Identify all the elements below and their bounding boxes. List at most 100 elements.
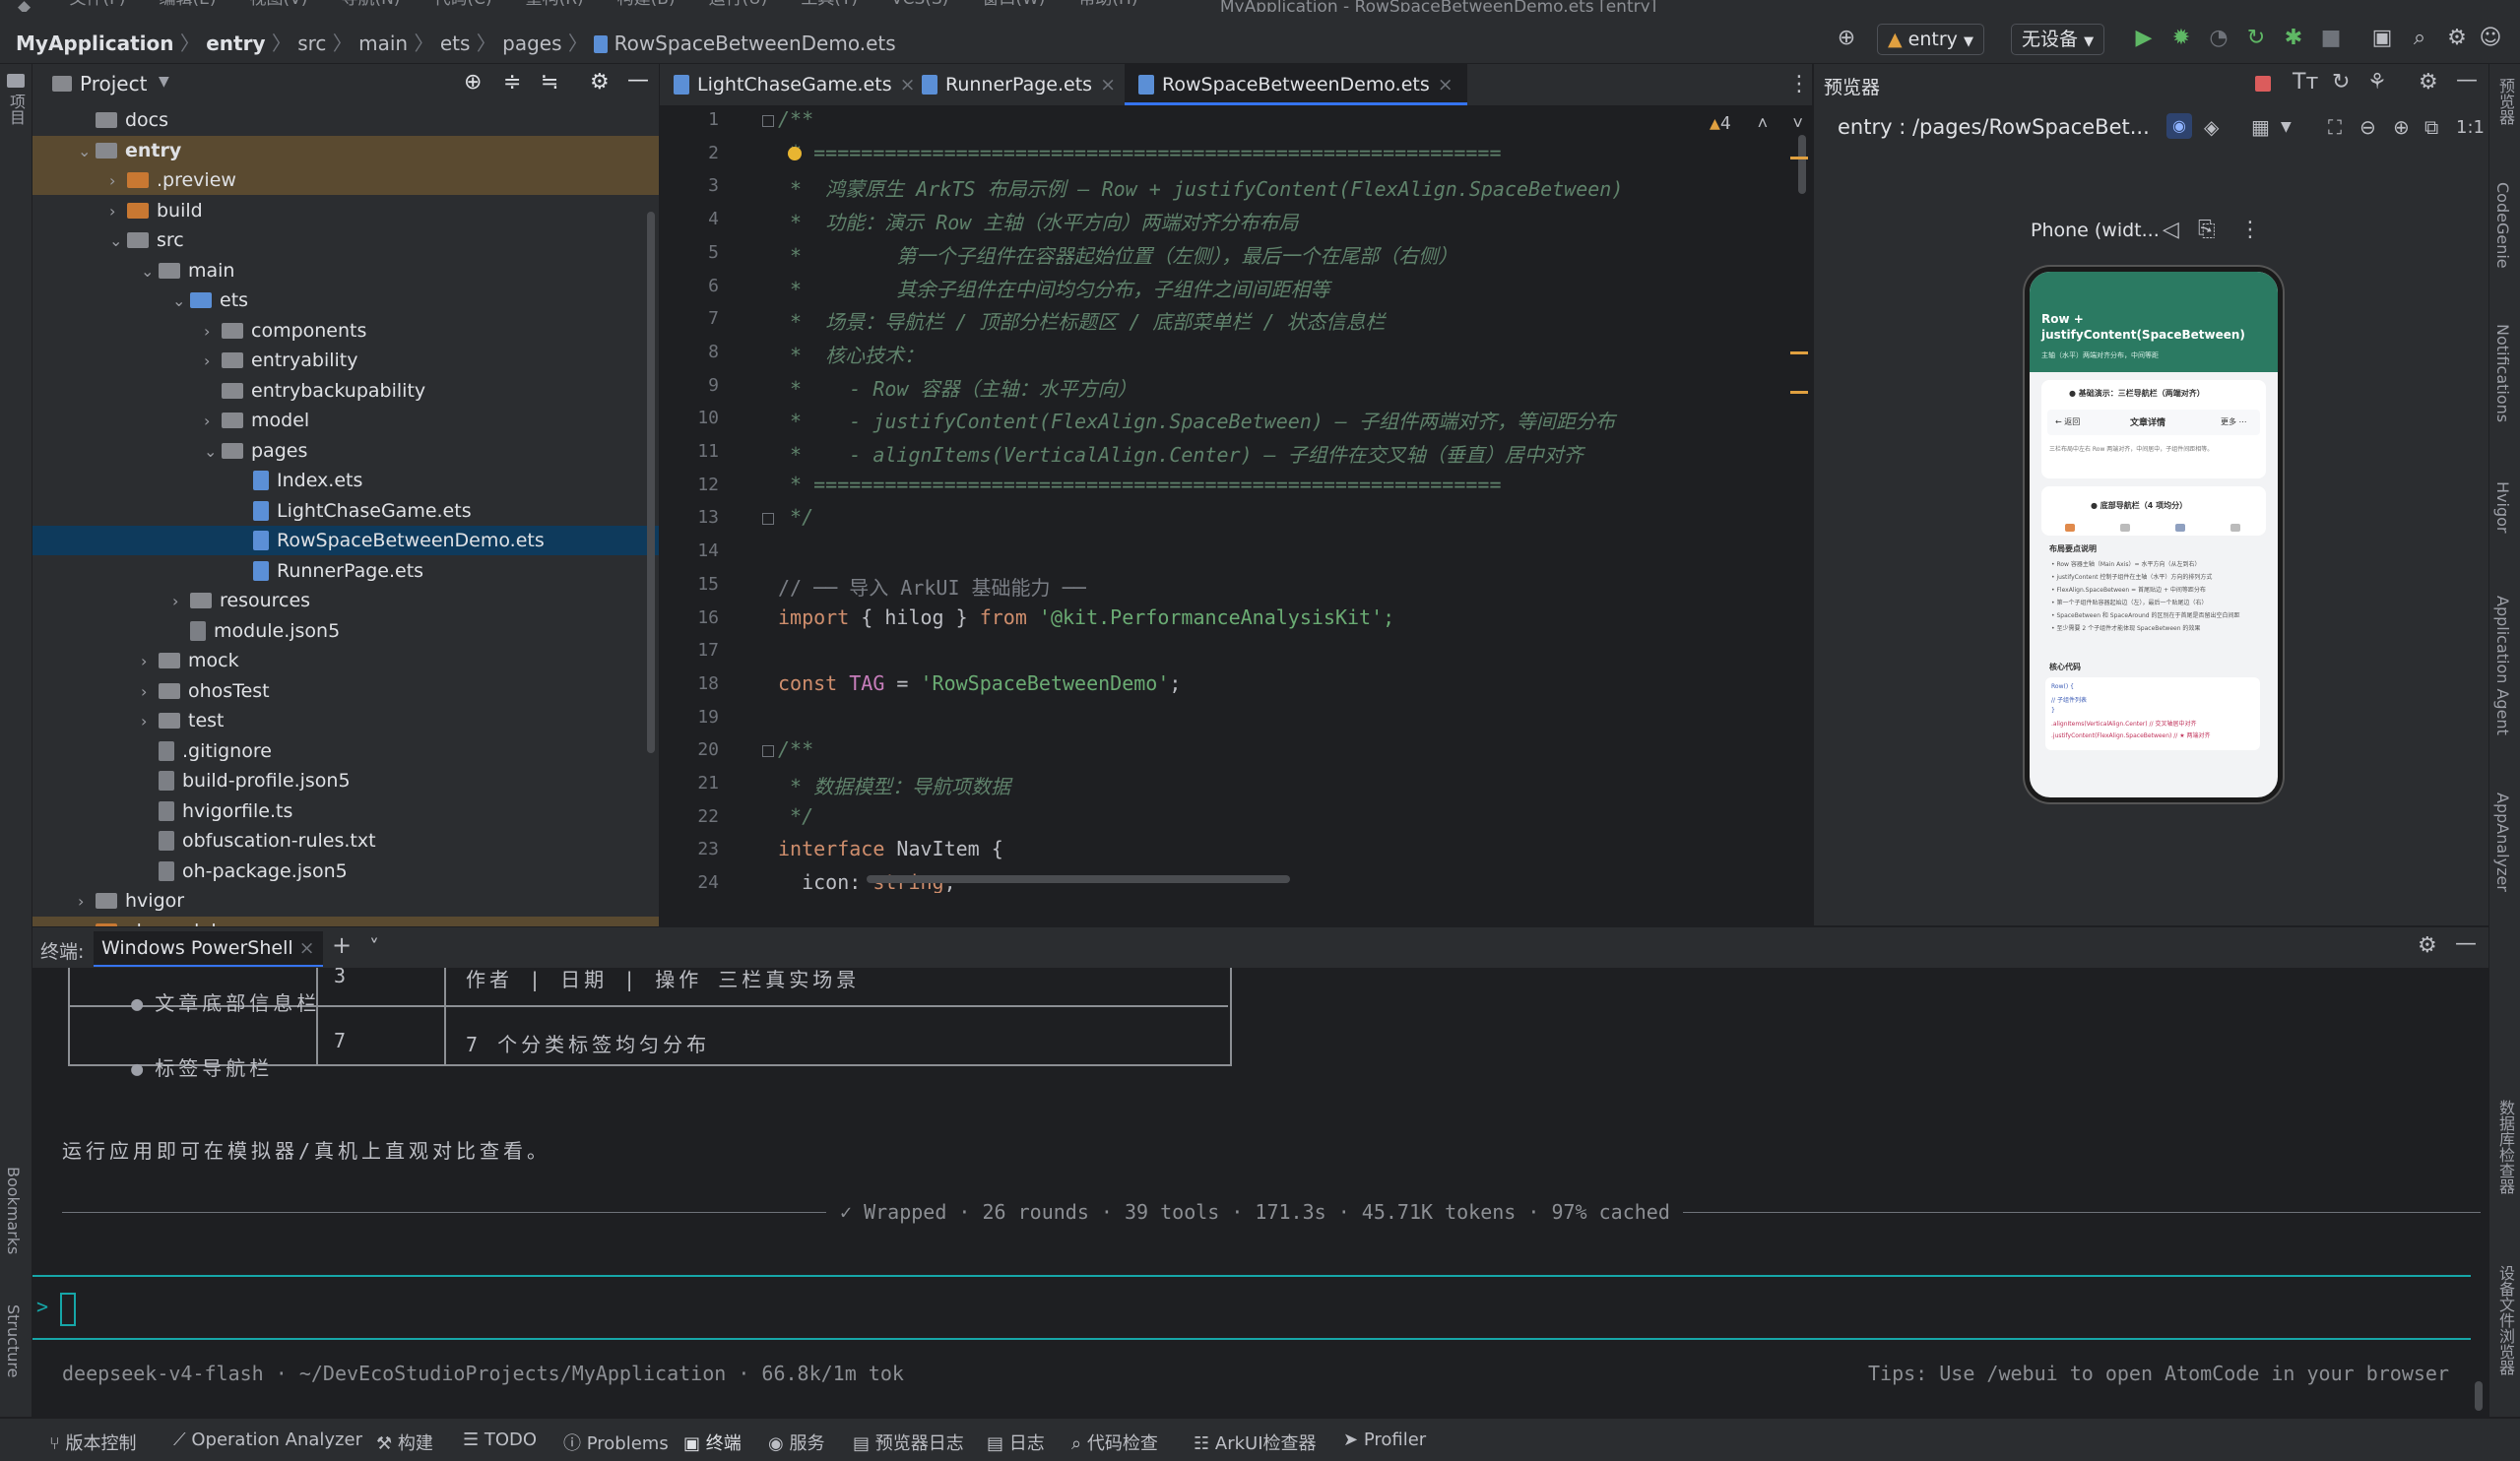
close-icon[interactable]: ×: [900, 74, 916, 95]
editor-vertical-scrollbar[interactable]: [1798, 135, 1806, 194]
tree-item[interactable]: RunnerPage.ets: [32, 556, 659, 586]
tree-item[interactable]: › .preview: [32, 165, 659, 195]
tree-item[interactable]: › resources: [32, 586, 659, 615]
warning-marker[interactable]: [1790, 157, 1808, 159]
tree-item[interactable]: ⌄ main: [32, 256, 659, 286]
chevron-right-icon[interactable]: ›: [141, 677, 159, 707]
menu-item[interactable]: 重构(R): [526, 0, 584, 9]
tab-row-space-between-demo[interactable]: RowSpaceBetweenDemo.ets ×: [1125, 64, 1467, 105]
status-todo[interactable]: ☰ TODO: [463, 1429, 537, 1450]
menu-item[interactable]: 编辑(E): [160, 0, 217, 9]
project-view-select[interactable]: Project: [80, 72, 147, 95]
breadcrumb-pages[interactable]: pages: [502, 32, 561, 55]
device-select[interactable]: 无设备 ▼: [2011, 24, 2105, 55]
structure-tool-label[interactable]: Structure: [4, 1304, 23, 1377]
fold-marker-icon[interactable]: [762, 513, 774, 526]
chevron-right-icon[interactable]: ›: [141, 707, 159, 736]
tree-item[interactable]: entrybackupability: [32, 376, 659, 406]
breadcrumb-ets[interactable]: ets: [440, 32, 471, 55]
warning-marker[interactable]: [1790, 351, 1808, 354]
close-icon[interactable]: ×: [1100, 74, 1116, 95]
target-icon[interactable]: ⊕: [1834, 26, 1859, 51]
more-tabs-icon[interactable]: ⋮: [1788, 72, 1810, 96]
chevron-right-icon[interactable]: ›: [204, 347, 222, 376]
breadcrumb-main[interactable]: main: [358, 32, 408, 55]
close-icon[interactable]: ×: [1438, 74, 1454, 95]
device-manager-icon[interactable]: ▣: [2369, 26, 2395, 51]
status-previewer-log[interactable]: ▤ 预览器日志: [853, 1429, 964, 1455]
hvigor-tool-label[interactable]: Hvigor: [2493, 481, 2512, 533]
tree-item[interactable]: LightChaseGame.ets: [32, 496, 659, 526]
more-icon[interactable]: ⋮: [2239, 218, 2261, 242]
appanalyzer-tool-label[interactable]: AppAnalyzer: [2493, 793, 2512, 892]
prompt-input[interactable]: [60, 1293, 76, 1326]
new-terminal-icon[interactable]: +: [332, 931, 352, 959]
fold-marker-icon[interactable]: [762, 745, 774, 758]
menu-item[interactable]: 窗口(W): [982, 0, 1045, 9]
menu-item[interactable]: VCS(S): [891, 0, 948, 9]
application-agent-tool-label[interactable]: Application Agent: [2493, 596, 2512, 735]
menu-item[interactable]: 文件(F): [69, 0, 125, 9]
settings-icon[interactable]: ⚙: [2419, 70, 2438, 95]
tree-item[interactable]: hvigorfile.ts: [32, 796, 659, 826]
chevron-up-icon[interactable]: ˄: [1758, 113, 1769, 134]
menu-item[interactable]: 视图(V): [250, 0, 308, 9]
module-select[interactable]: ▲ entry ▼: [1877, 24, 1984, 55]
tree-item[interactable]: build-profile.json5: [32, 766, 659, 795]
tree-item[interactable]: › build: [32, 196, 659, 225]
settings-icon[interactable]: ⚙: [2444, 26, 2470, 51]
collapse-all-icon[interactable]: ≒: [541, 70, 558, 95]
tree-item[interactable]: docs: [32, 105, 659, 135]
tree-item[interactable]: › components: [32, 316, 659, 346]
chevron-down-icon[interactable]: ▼: [159, 74, 169, 90]
attach-debugger-icon[interactable]: ✱: [2281, 26, 2306, 51]
bookmarks-tool-label[interactable]: Bookmarks: [4, 1167, 23, 1254]
menu-item[interactable]: 工具(T): [801, 0, 858, 9]
status-arkui-inspector[interactable]: ☷ ArkUI检查器: [1194, 1429, 1317, 1455]
chevron-down-icon[interactable]: ⌄: [78, 137, 96, 166]
chevron-right-icon[interactable]: ›: [141, 647, 159, 676]
zoom-out-icon[interactable]: ⊖: [2359, 115, 2376, 139]
status-log[interactable]: ▤ 日志: [987, 1429, 1045, 1455]
tree-item[interactable]: ⌄ ets: [32, 286, 659, 315]
search-icon[interactable]: ⌕: [2407, 26, 2432, 51]
breadcrumb-module[interactable]: entry: [206, 32, 265, 55]
tree-scrollbar[interactable]: [647, 212, 655, 753]
terminal-scrollbar[interactable]: [2475, 1381, 2483, 1411]
menu-item[interactable]: 构建(B): [617, 0, 676, 9]
tree-item[interactable]: .gitignore: [32, 736, 659, 766]
minimize-icon[interactable]: —: [627, 68, 649, 93]
layers-icon[interactable]: ◈: [2204, 115, 2219, 139]
original-size-icon[interactable]: ⧉: [2424, 115, 2438, 139]
tree-item[interactable]: ⌄ pages: [32, 436, 659, 466]
phone-preview[interactable]: Row + justifyContent(SpaceBetween) 主轴（水平…: [2025, 267, 2283, 802]
tree-item[interactable]: › entryability: [32, 346, 659, 375]
editor-horizontal-scrollbar[interactable]: [867, 875, 1290, 883]
chevron-right-icon[interactable]: ›: [172, 587, 190, 616]
chevron-right-icon[interactable]: ›: [78, 887, 96, 917]
chevron-down-icon[interactable]: ˅: [1792, 113, 1803, 134]
tree-item[interactable]: obfuscation-rules.txt: [32, 826, 659, 856]
fit-icon[interactable]: ⛶: [2328, 115, 2342, 139]
breadcrumb-src[interactable]: src: [297, 32, 326, 55]
menu-item[interactable]: 导航(N): [341, 0, 400, 9]
menu-item[interactable]: 代码(C): [433, 0, 491, 9]
chevron-down-icon[interactable]: ⌄: [172, 286, 190, 316]
inspector-icon[interactable]: ⚘: [2367, 70, 2387, 95]
zoom-in-icon[interactable]: ⊕: [2393, 115, 2410, 139]
user-icon[interactable]: ☺: [2478, 26, 2503, 51]
chevron-right-icon[interactable]: ›: [204, 317, 222, 347]
warning-indicator[interactable]: ▲4 ˄ ˅: [1710, 113, 1803, 135]
chevron-down-icon[interactable]: ˅: [369, 935, 379, 959]
status-terminal[interactable]: ▣ 终端: [683, 1429, 742, 1455]
refresh-icon[interactable]: ↻: [2332, 70, 2350, 95]
debug-icon[interactable]: ✹: [2168, 26, 2194, 51]
tree-item[interactable]: module.json5: [32, 616, 659, 646]
chevron-right-icon[interactable]: ›: [109, 166, 127, 196]
menu-item[interactable]: 帮助(H): [1078, 0, 1137, 9]
fold-marker-icon[interactable]: [762, 115, 774, 127]
tree-item[interactable]: ⌄ entry: [32, 135, 659, 166]
one-to-one-icon[interactable]: 1:1: [2456, 117, 2485, 138]
tree-item[interactable]: › ohosTest: [32, 676, 659, 706]
breadcrumb-project[interactable]: MyApplication: [16, 32, 174, 55]
